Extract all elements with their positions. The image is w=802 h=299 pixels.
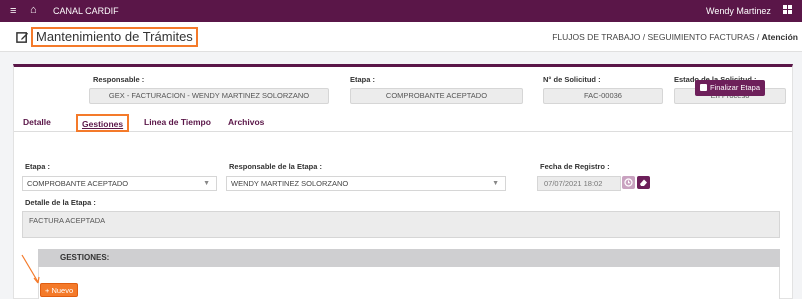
- gestiones-header: GESTIONES:: [38, 249, 780, 267]
- edit-icon: [16, 32, 29, 43]
- fecha-label: Fecha de Registro :: [540, 162, 610, 171]
- breadcrumb-current: Atención: [761, 32, 798, 42]
- grid-icon[interactable]: [783, 5, 792, 14]
- eraser-icon[interactable]: [637, 176, 650, 189]
- tab-archivos[interactable]: Archivos: [228, 114, 264, 132]
- clock-icon[interactable]: [622, 176, 635, 189]
- chevron-down-icon: ▼: [203, 180, 210, 187]
- breadcrumb: FLUJOS DE TRABAJO / SEGUIMIENTO FACTURAS…: [552, 32, 798, 42]
- hamburger-icon[interactable]: ≡: [10, 5, 16, 17]
- top-bar: ≡ ⌂ CANAL CARDIF Wendy Martinez: [0, 0, 802, 22]
- home-icon[interactable]: ⌂: [30, 4, 37, 16]
- responsable-field: GEX - FACTURACION - WENDY MARTINEZ SOLOR…: [89, 88, 329, 104]
- breadcrumb-path[interactable]: FLUJOS DE TRABAJO / SEGUIMIENTO FACTURAS…: [552, 32, 761, 42]
- tab-linea-de-tiempo[interactable]: Linea de Tiempo: [144, 114, 211, 132]
- arrow-icon: [21, 254, 40, 284]
- etapa-label: Etapa :: [350, 75, 376, 84]
- etapa-field: COMPROBANTE ACEPTADO: [350, 88, 523, 104]
- finalizar-etapa-label: Finalizar Etapa: [710, 83, 761, 92]
- tab-gestiones[interactable]: Gestiones: [76, 114, 130, 132]
- gestiones-body: [38, 267, 780, 299]
- solicitud-field: FAC-00036: [543, 88, 663, 104]
- title-bar: Mantenimiento de Trámites FLUJOS DE TRAB…: [0, 22, 802, 52]
- nuevo-button[interactable]: + Nuevo: [40, 283, 79, 297]
- document-icon: [700, 84, 707, 91]
- finalizar-etapa-button[interactable]: Finalizar Etapa: [695, 80, 766, 96]
- responsable-select[interactable]: WENDY MARTINEZ SOLORZANO ▼: [226, 176, 506, 191]
- app-name: CANAL CARDIF: [53, 6, 119, 16]
- tab-bar: Detalle Gestiones Linea de Tiempo Archiv…: [14, 114, 792, 132]
- etapa-select[interactable]: COMPROBANTE ACEPTADO ▼: [22, 176, 217, 191]
- nuevo-label: Nuevo: [51, 286, 74, 295]
- page-title: Mantenimiento de Trámites: [31, 27, 198, 47]
- detalle-textarea[interactable]: FACTURA ACEPTADA: [22, 211, 780, 238]
- form-responsable-label: Responsable de la Etapa :: [229, 162, 322, 171]
- detalle-label: Detalle de la Etapa :: [25, 198, 96, 207]
- etapa-select-value: COMPROBANTE ACEPTADO: [27, 179, 129, 188]
- user-name[interactable]: Wendy Martinez: [706, 6, 771, 16]
- chevron-down-icon: ▼: [492, 180, 499, 187]
- fecha-field: 07/07/2021 18:02: [537, 176, 621, 191]
- responsable-label: Responsable :: [93, 75, 145, 84]
- solicitud-label: N° de Solicitud :: [543, 75, 601, 84]
- responsable-select-value: WENDY MARTINEZ SOLORZANO: [231, 179, 349, 188]
- tab-detalle[interactable]: Detalle: [23, 114, 51, 132]
- form-etapa-label: Etapa :: [25, 162, 51, 171]
